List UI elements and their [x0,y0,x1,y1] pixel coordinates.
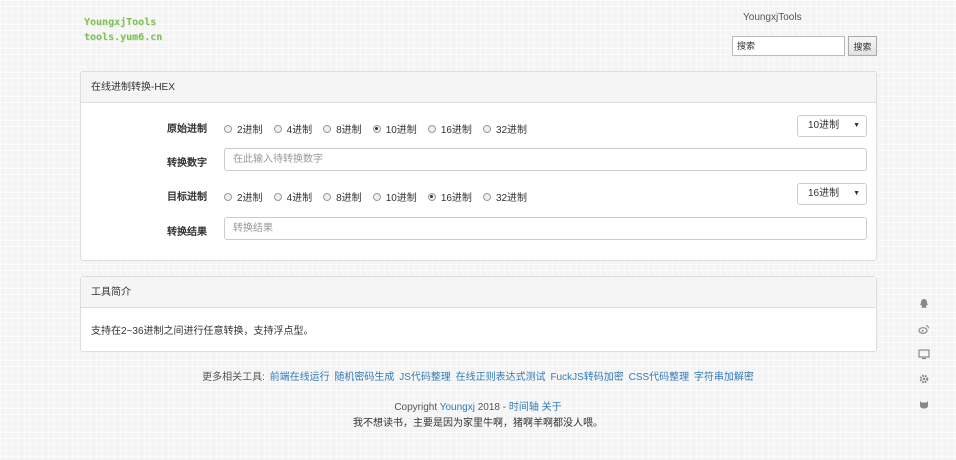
copyright-year: 2018 - [477,402,507,413]
weibo-icon[interactable] [917,322,931,336]
search-input[interactable] [732,36,845,56]
monitor-icon[interactable] [917,347,931,361]
target-radio-2[interactable]: 2进制 [224,189,263,204]
source-select-value: 10进制 [808,120,840,131]
radio-label: 10进制 [385,125,417,136]
target-radio-4[interactable]: 4进制 [273,189,313,204]
result-output[interactable]: 转换结果 [224,217,867,240]
radio-label: 4进制 [286,193,313,204]
site-name[interactable]: YoungxjTools [743,12,802,23]
source-radix-options: 2进制 4进制 8进制 10进制 16进制 32进制 [224,121,538,136]
tool-link[interactable]: 随机密码生成 [334,372,394,383]
more-tools: 更多相关工具: 前端在线运行 随机密码生成 JS代码整理 在线正则表达式测试 F… [0,368,956,383]
source-radio-16[interactable]: 16进制 [427,121,472,136]
result-label: 转换结果 [167,227,207,238]
radio-label: 2进制 [237,193,263,204]
radio-dot[interactable] [323,192,332,201]
side-toolbar [917,297,931,411]
radio-label: 16进制 [440,193,472,204]
source-radix-label: 原始进制 [167,124,207,135]
target-radio-16[interactable]: 16进制 [427,189,472,204]
search-button[interactable]: 搜索 [848,36,877,56]
target-radio-32[interactable]: 32进制 [482,189,528,204]
source-radix-row: 原始进制 2进制 4进制 8进制 10进制 16进制 32进制 10进制 ▼ [81,115,876,137]
timeline-link[interactable]: 时间轴 [509,402,539,413]
source-radix-select[interactable]: 10进制 ▼ [797,115,867,137]
converter-panel: 在线进制转换-HEX 原始进制 2进制 4进制 8进制 10进制 16进制 32… [80,71,877,261]
radio-label: 32进制 [495,193,528,204]
radio-label: 8进制 [336,125,362,136]
qq-icon[interactable] [917,297,931,311]
radio-label: 8进制 [336,193,362,204]
target-radix-options: 2进制 4进制 8进制 10进制 16进制 32进制 [224,189,538,204]
radio-dot[interactable] [323,124,332,133]
target-select-value: 16进制 [808,188,840,199]
intro-panel: 工具简介 支持在2~36进制之间进行任意转换，支持浮点型。 [80,276,877,352]
author-link[interactable]: Youngxj [440,402,475,413]
radio-label: 10进制 [385,193,417,204]
radio-label: 4进制 [286,125,313,136]
radio-dot[interactable] [482,124,491,133]
radio-label: 16进制 [440,125,472,136]
tool-link[interactable]: 前端在线运行 [270,372,330,383]
intro-body: 支持在2~36进制之间进行任意转换，支持浮点型。 [91,326,314,337]
target-radix-label: 目标进制 [167,192,207,203]
tool-link[interactable]: 字符串加解密 [694,372,754,383]
radio-dot-selected[interactable] [372,124,381,133]
chevron-down-icon: ▼ [853,190,860,197]
number-label: 转换数字 [167,158,207,169]
radio-dot[interactable] [372,192,381,201]
source-radio-32[interactable]: 32进制 [482,121,528,136]
logo-line1: YoungxjTools [84,17,157,28]
github-icon[interactable] [917,397,931,411]
footer-note: 我不想读书，主要是因为家里牛啊，猪啊羊啊都没人喂。 [353,418,603,429]
logo-line2: tools.yum6.cn [84,32,163,43]
tool-link[interactable]: CSS代码整理 [629,372,690,383]
radio-dot[interactable] [224,124,232,133]
copyright: Copyright Youngxj 2018 - 时间轴 关于 [0,398,956,413]
source-radio-2[interactable]: 2进制 [224,121,263,136]
site-logo[interactable]: YoungxjTools tools.yum6.cn [84,15,162,45]
radio-dot[interactable] [427,124,436,133]
radio-dot[interactable] [224,192,232,201]
tool-link[interactable]: FuckJS转码加密 [550,372,623,383]
gear-icon[interactable] [917,372,931,386]
more-tools-label: 更多相关工具: [202,372,265,383]
copyright-prefix: Copyright [394,402,438,413]
chevron-down-icon: ▼ [853,122,860,129]
radio-label: 2进制 [237,125,263,136]
intro-title: 工具简介 [81,277,876,308]
radio-dot-selected[interactable] [427,192,436,201]
target-radix-select[interactable]: 16进制 ▼ [797,183,867,205]
radio-dot[interactable] [273,192,282,201]
number-row: 转换数字 在此输入待转换数字 [81,148,876,171]
number-input[interactable]: 在此输入待转换数字 [224,148,867,171]
tool-link[interactable]: 在线正则表达式测试 [456,372,546,383]
source-radio-8[interactable]: 8进制 [323,121,362,136]
tool-link[interactable]: JS代码整理 [399,372,451,383]
source-radio-4[interactable]: 4进制 [273,121,313,136]
target-radix-row: 目标进制 2进制 4进制 8进制 10进制 16进制 32进制 16进制 ▼ [81,183,876,205]
target-radio-8[interactable]: 8进制 [323,189,362,204]
about-link[interactable]: 关于 [542,402,562,413]
converter-title: 在线进制转换-HEX [81,72,876,103]
radio-dot[interactable] [482,192,491,201]
source-radio-10[interactable]: 10进制 [372,121,417,136]
target-radio-10[interactable]: 10进制 [372,189,417,204]
radio-dot[interactable] [273,124,282,133]
radio-label: 32进制 [495,125,528,136]
result-row: 转换结果 转换结果 [81,217,876,240]
